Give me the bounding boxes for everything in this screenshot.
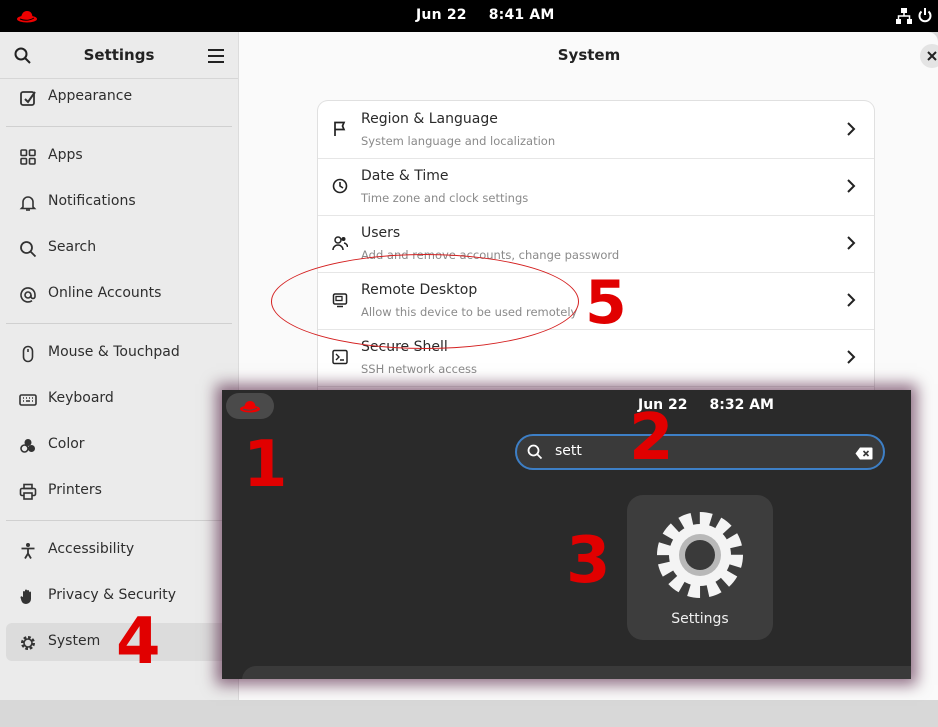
annotation-number-2: 2 — [629, 401, 674, 475]
sidebar-item-label: Search — [48, 239, 97, 255]
redhat-logo-icon — [240, 401, 260, 413]
sidebar-divider — [6, 323, 232, 324]
sidebar-item-label: Online Accounts — [48, 285, 162, 301]
sidebar-item-label: Notifications — [48, 193, 136, 209]
chevron-right-icon — [846, 349, 856, 369]
row-title: Date & Time — [361, 168, 449, 184]
search-input[interactable]: sett — [515, 434, 885, 470]
chevron-right-icon — [846, 178, 856, 198]
row-subtitle: Time zone and clock settings — [361, 191, 529, 205]
annotation-number-4: 4 — [116, 605, 161, 679]
search-value: sett — [555, 443, 582, 459]
sidebar-item-apps[interactable]: Apps — [6, 137, 232, 175]
sidebar-divider — [6, 126, 232, 127]
sidebar-title: Settings — [83, 46, 155, 64]
clear-search-icon[interactable] — [855, 445, 873, 464]
sidebar-item-keyboard[interactable]: Keyboard — [6, 380, 232, 418]
gear-icon — [19, 634, 37, 652]
sidebar-item-label: System — [48, 633, 101, 649]
at-sign-icon — [19, 286, 37, 304]
hand-icon — [19, 588, 37, 606]
accessibility-icon — [19, 542, 37, 560]
sidebar-item-label: Appearance — [48, 88, 133, 104]
sidebar-item-online-accounts[interactable]: Online Accounts — [6, 275, 232, 313]
sidebar-item-accessibility[interactable]: Accessibility — [6, 531, 232, 569]
activities-button[interactable] — [226, 393, 274, 419]
settings-app-result[interactable]: Settings — [627, 495, 773, 640]
mouse-icon — [19, 345, 37, 363]
top-bar: Jun 22 8:41 AM — [0, 0, 938, 32]
row-title: Region & Language — [361, 111, 498, 127]
page-title: System — [557, 46, 621, 64]
hamburger-menu-icon[interactable] — [208, 48, 224, 67]
sidebar-item-label: Printers — [48, 482, 102, 498]
flag-icon — [332, 121, 348, 141]
settings-gear-icon — [657, 512, 743, 598]
overlay-time: 8:32 AM — [709, 397, 774, 413]
color-circles-icon — [19, 437, 37, 455]
sidebar-header: Settings — [0, 32, 238, 79]
power-icon[interactable] — [917, 7, 933, 27]
highlight-ellipse — [271, 254, 579, 349]
sidebar-item-color[interactable]: Color — [6, 426, 232, 464]
printer-icon — [19, 483, 37, 501]
app-label: Settings — [671, 611, 729, 627]
sidebar-item-printers[interactable]: Printers — [6, 472, 232, 510]
terminal-icon — [332, 349, 348, 369]
appearance-icon — [19, 89, 37, 107]
row-title: Users — [361, 225, 401, 241]
top-date: Jun 22 — [416, 7, 467, 23]
sidebar-item-appearance[interactable]: Appearance — [6, 78, 232, 116]
search-icon — [527, 444, 543, 464]
redhat-logo-icon[interactable] — [16, 8, 38, 28]
top-time: 8:41 AM — [488, 7, 555, 23]
row-date-time[interactable]: Date & Time Time zone and clock settings — [318, 158, 874, 216]
row-region-language[interactable]: Region & Language System language and lo… — [318, 101, 874, 159]
annotation-number-3: 3 — [566, 524, 611, 598]
close-button[interactable] — [920, 44, 938, 68]
search-icon — [19, 240, 37, 258]
row-subtitle: SSH network access — [361, 362, 478, 376]
sidebar-item-label: Mouse & Touchpad — [48, 344, 180, 360]
dash-bar — [242, 666, 911, 679]
annotation-number-1: 1 — [243, 428, 288, 502]
top-clock[interactable]: Jun 22 8:41 AM — [416, 7, 555, 23]
chevron-right-icon — [846, 235, 856, 255]
sidebar-item-mouse-touchpad[interactable]: Mouse & Touchpad — [6, 334, 232, 372]
bell-icon — [19, 194, 37, 212]
row-subtitle: System language and localization — [361, 134, 556, 148]
network-icon[interactable] — [896, 8, 912, 28]
keyboard-icon — [19, 391, 37, 409]
sidebar-item-label: Color — [48, 436, 85, 452]
sidebar: Settings Appearance Apps Notifications S… — [0, 32, 239, 700]
clock-icon — [332, 178, 348, 198]
sidebar-item-label: Keyboard — [48, 390, 114, 406]
annotation-number-5: 5 — [585, 268, 627, 338]
sidebar-item-label: Accessibility — [48, 541, 135, 557]
users-icon — [332, 235, 349, 255]
close-icon — [927, 51, 937, 61]
chevron-right-icon — [846, 292, 856, 312]
sidebar-divider — [6, 520, 232, 521]
sidebar-item-search[interactable]: Search — [6, 229, 232, 267]
apps-grid-icon — [19, 148, 37, 166]
sidebar-item-label: Apps — [48, 147, 83, 163]
chevron-right-icon — [846, 121, 856, 141]
sidebar-item-notifications[interactable]: Notifications — [6, 183, 232, 221]
sidebar-item-label: Privacy & Security — [48, 587, 176, 603]
